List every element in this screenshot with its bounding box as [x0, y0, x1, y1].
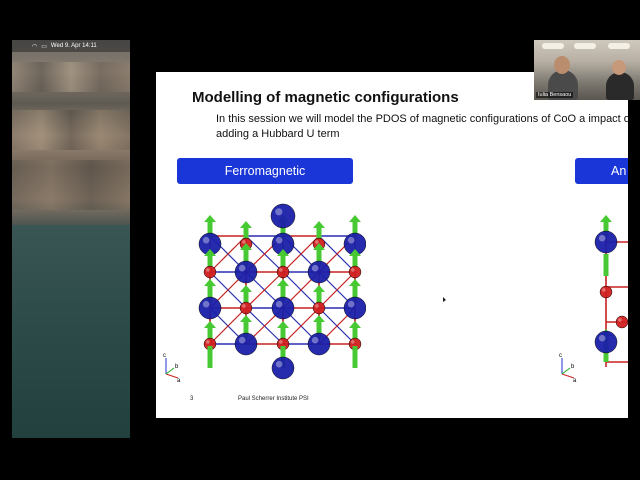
spin-arrow-head [204, 321, 216, 328]
cobalt-atom [270, 203, 296, 229]
ferromagnetic-label: Ferromagnetic [177, 158, 353, 184]
oxygen-atom-highlight [315, 304, 319, 308]
cobalt-atom-highlight [275, 236, 283, 244]
ferromagnetic-lattice-diagram [198, 203, 366, 380]
oxygen-atom-highlight [351, 340, 355, 344]
cobalt-atom-highlight [275, 360, 283, 368]
ceiling-light [542, 43, 564, 49]
webcam-video-tile[interactable]: Iulia Bensaou [534, 40, 640, 100]
cobalt-atom-highlight [275, 300, 283, 308]
spin-arrow-head [240, 285, 252, 292]
menu-bar: ◠ ▭ Wed 9. Apr 14:11 [12, 40, 130, 52]
wallpaper-rock-layer [12, 62, 130, 92]
spin-arrow-head [349, 321, 361, 328]
wallpaper-rock-layer [12, 160, 130, 210]
oxygen-atom-highlight [315, 240, 319, 244]
slide-body-text: In this session we will model the PDOS o… [216, 113, 628, 140]
axis-b-label: b [175, 364, 179, 370]
menubar-datetime[interactable]: Wed 9. Apr 14:11 [51, 43, 97, 49]
spin-arrow-head [349, 279, 361, 286]
oxygen-atom [203, 265, 217, 279]
spin-arrow-tail [207, 346, 213, 368]
cobalt-atom-highlight [238, 336, 246, 344]
cobalt-atom-highlight [311, 264, 319, 272]
spin-arrow-head [277, 279, 289, 286]
cobalt-atom [307, 260, 331, 284]
spin-arrow-head [313, 315, 325, 322]
oxygen-atom-highlight [351, 268, 355, 272]
wallpaper-rock-layer [12, 110, 130, 150]
slide-page-number: 3 [190, 396, 194, 402]
mouse-cursor-icon [443, 297, 446, 302]
axis-b-label: b [571, 364, 575, 370]
participant-name-label: Iulia Bensaou [536, 92, 574, 98]
spin-arrow-head [204, 279, 216, 286]
oxygen-atom [239, 301, 253, 315]
wallpaper-water [12, 225, 130, 438]
cobalt-atom [594, 330, 618, 354]
oxygen-atom-highlight [206, 340, 210, 344]
axis-c-label: c [559, 353, 562, 359]
oxygen-atom [599, 285, 613, 299]
participant-head [612, 60, 626, 75]
crystal-axes-icon: c b a [559, 353, 577, 382]
antiferromagnetic-lattice-diagram [594, 215, 628, 367]
spin-arrow-head [204, 215, 216, 222]
crystal-axes-icon: c b a [163, 353, 181, 382]
participant-head [554, 56, 570, 74]
participant-silhouette [606, 72, 634, 100]
oxygen-atom [276, 265, 290, 279]
spin-arrow-head [240, 221, 252, 228]
cobalt-atom [198, 296, 222, 320]
cobalt-atom-highlight [238, 264, 246, 272]
spin-arrow-head [313, 221, 325, 228]
slide-footer-institute: Paul Scherrer Institute PSI [238, 396, 309, 402]
oxygen-atom-highlight [618, 318, 622, 322]
ceiling-light [574, 43, 596, 49]
slide-title: Modelling of magnetic configurations [192, 89, 459, 106]
cobalt-atom [271, 296, 295, 320]
cobalt-atom-highlight [598, 234, 606, 242]
cobalt-atom-highlight [347, 300, 355, 308]
cobalt-atom [271, 356, 295, 380]
axis-c-label: c [163, 353, 166, 359]
oxygen-atom-highlight [279, 340, 283, 344]
cobalt-atom-highlight [598, 334, 606, 342]
oxygen-atom [615, 315, 628, 329]
cobalt-atom [234, 332, 258, 356]
battery-icon[interactable]: ▭ [41, 43, 47, 50]
spin-arrow-head [240, 315, 252, 322]
axis-a-label: a [177, 378, 181, 382]
cobalt-atom [343, 296, 366, 320]
presentation-slide: Modelling of magnetic configurations In … [156, 72, 628, 418]
oxygen-atom-highlight [279, 268, 283, 272]
oxygen-atom [348, 265, 362, 279]
oxygen-atom-highlight [242, 304, 246, 308]
wifi-icon[interactable]: ◠ [32, 43, 37, 50]
oxygen-atom-highlight [206, 268, 210, 272]
spin-arrow-tail [352, 346, 358, 368]
axis-a-label: a [573, 378, 577, 382]
spin-arrow-shaft [603, 254, 609, 276]
spin-arrow-head [313, 285, 325, 292]
cobalt-atom-highlight [202, 300, 210, 308]
cobalt-atom-highlight [275, 208, 283, 216]
oxygen-atom-highlight [242, 240, 246, 244]
cobalt-atom [307, 332, 331, 356]
spin-arrow-head [600, 215, 612, 222]
spin-arrow-head [277, 321, 289, 328]
cobalt-atom [234, 260, 258, 284]
cobalt-atom-highlight [202, 236, 210, 244]
oxygen-atom-highlight [602, 288, 606, 292]
cobalt-atom [594, 230, 618, 254]
spin-arrow-head [349, 215, 361, 222]
oxygen-atom [312, 301, 326, 315]
desktop-wallpaper [12, 40, 130, 438]
antiferromagnetic-label: An [575, 158, 628, 184]
cobalt-atom-highlight [311, 336, 319, 344]
cobalt-atom-highlight [347, 236, 355, 244]
ceiling-light [608, 43, 630, 49]
